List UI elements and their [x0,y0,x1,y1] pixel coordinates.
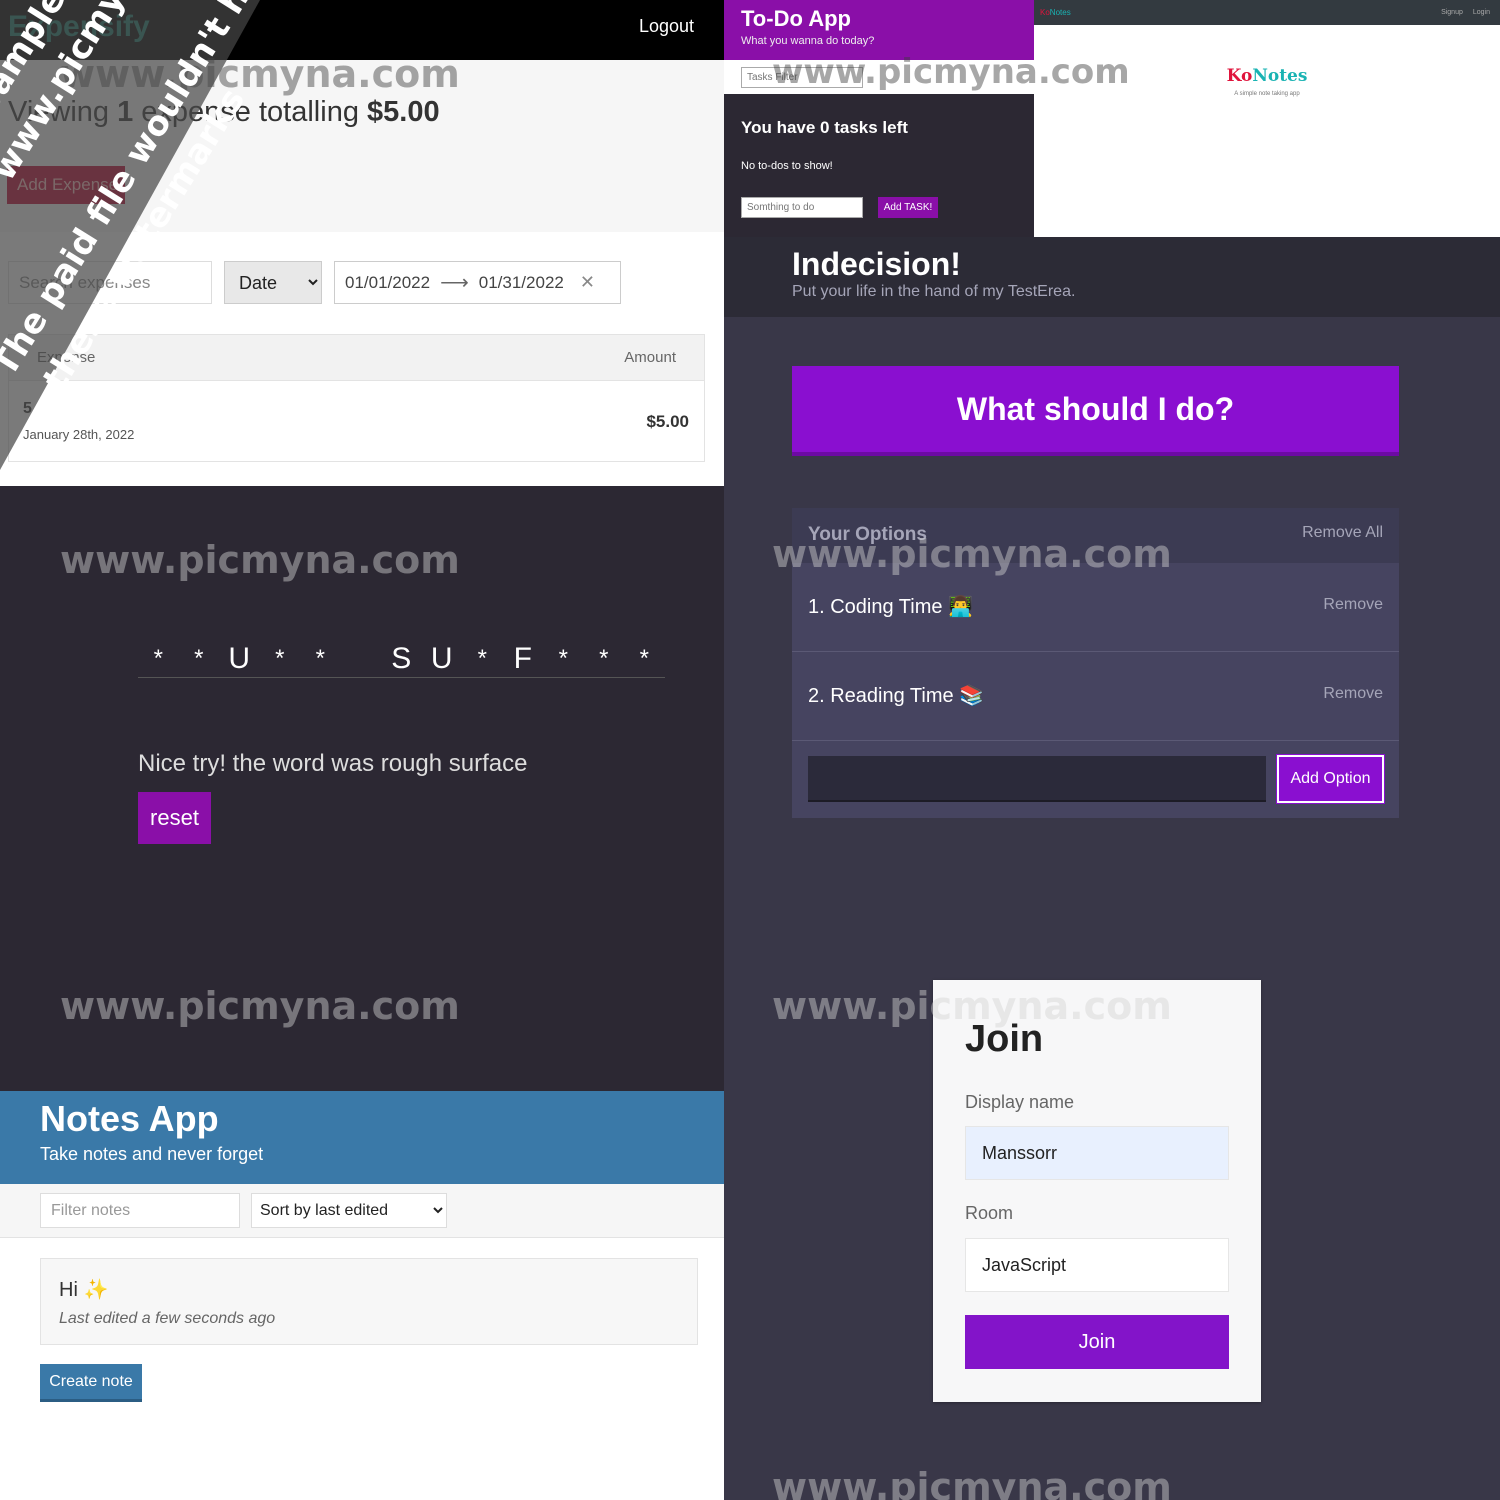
word-letter: F [513,642,532,675]
indecision-title: Indecision! [792,246,961,282]
note-title: Hi ✨ [59,1279,109,1301]
signup-link[interactable]: Signup [1441,9,1463,16]
todo-header: To-Do App What you wanna do today? [724,0,1034,60]
table-row[interactable]: 5 January 28th, 2022 $5.00 [9,381,704,462]
word-letter: * [153,645,163,672]
new-option-input[interactable] [808,756,1266,802]
join-title: Join [965,1018,1044,1060]
remove-option-button[interactable]: Remove [1323,596,1383,614]
hide-completed-label: Hide Completed [888,71,960,82]
option-text: 2. Reading Time 📚 [808,685,985,707]
note-item[interactable]: Hi ✨ Last edited a few seconds ago [40,1258,698,1345]
notes-app-title: Notes App [40,1098,219,1139]
todo-subtitle: What you wanna do today? [741,35,875,47]
tasks-filter-input[interactable] [741,67,863,88]
expense-date: January 28th, 2022 [23,427,135,442]
result-message: Nice try! the word was rough surface [138,750,528,777]
start-date[interactable]: 01/01/2022 [345,273,430,293]
room-label: Room [965,1203,1014,1223]
word-letter: U [430,642,453,675]
word-letter: * [558,645,568,672]
logout-button[interactable]: Logout [639,16,694,37]
end-date[interactable]: 01/31/2022 [479,273,564,293]
col-expense: Expense [37,349,96,366]
word-space [341,641,382,677]
word-letter: * [639,645,649,672]
sort-notes-select[interactable]: Sort by last edited [251,1193,447,1228]
add-task-button[interactable]: Add TASK! [878,197,938,218]
word-letter: U [228,642,251,675]
konotes-nav-links: Signup Login [1441,9,1490,16]
word-letter: S [391,642,412,675]
join-card: Join Display name Room Join [933,980,1261,1402]
word-letter: * [275,645,285,672]
indecision-panel: Indecision! Put your life in the hand of… [724,237,1500,1500]
login-link[interactable]: Login [1473,9,1490,16]
options-title: Your Options [808,524,927,545]
display-name-input[interactable] [965,1126,1229,1180]
options-widget: Your Options Remove All 1. Coding Time 👨… [792,508,1399,818]
expense-description: 5 [23,400,32,417]
tasks-left-count: You have 0 tasks left [741,118,908,137]
konotes-nav-brand[interactable]: KoNotes [1040,8,1071,17]
expensify-panel: Expensify Logout Viewing 1 expense total… [0,0,724,486]
indecision-subtitle: Put your life in the hand of my TestErea… [792,283,1076,300]
what-should-i-do-button[interactable]: What should I do? [792,366,1399,456]
date-range-picker[interactable]: 01/01/2022 ⟶ 01/31/2022 ✕ [334,261,621,304]
reset-button[interactable]: reset [138,792,211,844]
expensify-header: Expensify Logout [0,0,724,60]
clear-dates-icon[interactable]: ✕ [580,272,595,293]
sort-by-select[interactable]: Date [224,261,322,304]
remove-option-button[interactable]: Remove [1323,685,1383,703]
word-letter: * [315,645,325,672]
room-input[interactable] [965,1238,1229,1292]
expense-amount: $5.00 [646,412,689,431]
konotes-navbar: KoNotes Signup Login [1034,0,1500,25]
add-expense-button[interactable]: Add Expense [7,166,125,204]
hidden-word: * * U * * S U * F * * * [138,636,665,678]
expense-summary-title: Viewing 1 expense totalling $5.00 [8,96,440,128]
notes-app-subtitle: Take notes and never forget [40,1144,264,1164]
note-edited-time: Last edited a few seconds ago [59,1310,276,1327]
col-amount: Amount [624,349,676,366]
konotes-panel: KoNotes Signup Login KoNotes A simple no… [1034,0,1500,237]
arrow-right-icon: ⟶ [440,272,469,294]
new-task-input[interactable] [741,197,863,218]
hangman-panel: * * U * * S U * F * * * Nice try! the word was rou… [0,486,724,1091]
option-item: 1. Coding Time 👨‍💻 Remove [792,563,1399,652]
table-header: Expense Amount [9,335,704,381]
expense-table: Expense Amount 5 January 28th, 2022 $5.0… [8,334,705,462]
word-letter: * [599,645,609,672]
join-button[interactable]: Join [965,1315,1229,1369]
notes-app-header: Notes App Take notes and never forget [0,1091,724,1184]
notes-app-panel: Notes App Take notes and never forget So… [0,1091,724,1500]
add-option-button[interactable]: Add Option [1276,754,1385,804]
indecision-header: Indecision! Put your life in the hand of… [724,237,1500,317]
filter-notes-input[interactable] [40,1193,240,1228]
search-expenses-input[interactable] [8,261,212,304]
checkbox-icon[interactable] [875,72,884,81]
todo-title: To-Do App [741,6,851,31]
hide-completed-toggle[interactable]: Hide Completed [875,71,960,82]
word-letter: * [477,645,487,672]
option-item: 2. Reading Time 📚 Remove [792,652,1399,741]
expensify-logo[interactable]: Expensify [8,10,150,44]
option-text: 1. Coding Time 👨‍💻 [808,596,973,618]
empty-message: No to-dos to show! [741,160,833,172]
display-name-label: Display name [965,1092,1075,1112]
konotes-subtitle: A simple note taking app [1234,91,1300,97]
create-note-button[interactable]: Create note [40,1364,142,1402]
remove-all-button[interactable]: Remove All [1302,524,1383,542]
word-letter: * [194,645,204,672]
konotes-title: KoNotes [1226,66,1308,86]
todo-panel: To-Do App What you wanna do today? Hide … [724,0,1034,237]
options-header: Your Options Remove All [792,508,1399,563]
expense-summary: Viewing 1 expense totalling $5.00 Add Ex… [0,60,724,232]
